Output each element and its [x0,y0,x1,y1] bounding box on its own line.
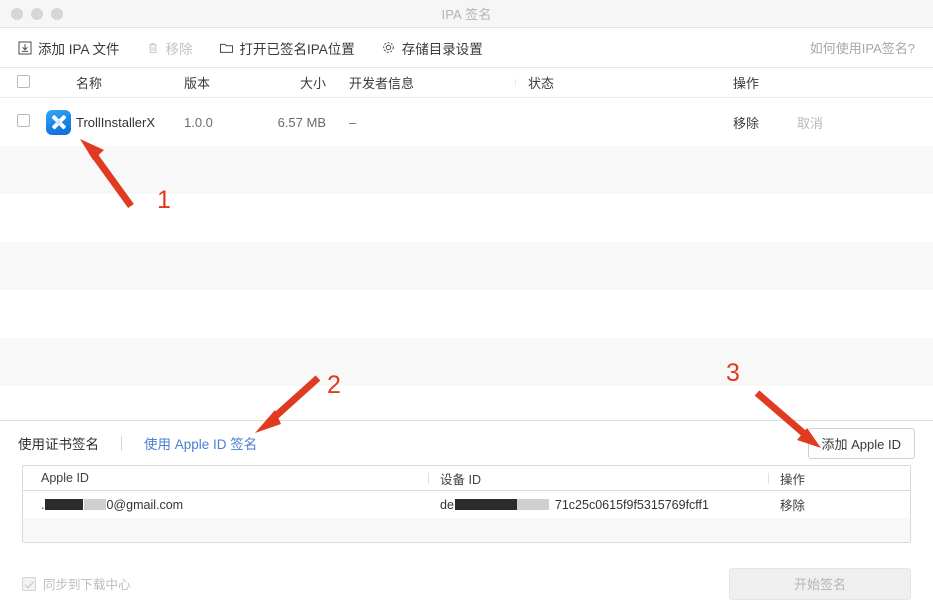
table-empty-row [0,242,933,290]
row-app-icon-cell [46,110,76,135]
device-id-redaction-dark [455,499,517,510]
row-actions: 移除 取消 [716,113,933,132]
remove-button[interactable]: 移除 [146,38,193,58]
folder-icon [219,41,234,55]
table-empty-row [0,290,933,338]
apple-ids-empty-row [23,518,910,542]
apple-id-remove-link[interactable]: 移除 [768,495,910,514]
storage-directory-settings-label: 存储目录设置 [402,38,483,58]
add-ipa-file-button[interactable]: 添加 IPA 文件 [18,38,120,58]
ids-column-actions-label: 操作 [780,473,805,487]
device-id-prefix: de [440,498,454,512]
sync-checkbox[interactable] [22,577,36,591]
row-developer-info: – [326,115,516,130]
select-all-checkbox-cell[interactable] [0,75,46,91]
gear-icon [381,40,396,55]
ids-column-device-id-label: 设备 ID [440,473,481,487]
table-empty-row [0,338,933,386]
signing-mode-tabs: 使用证书签名 使用 Apple ID 签名 添加 Apple ID [0,421,933,465]
tab-divider [121,436,122,451]
window-titlebar: IPA 签名 [0,0,933,28]
minimize-button[interactable] [31,8,43,20]
apple-id-redaction-dark [45,499,83,510]
remove-button-label: 移除 [166,38,193,58]
row-cancel-link[interactable]: 取消 [797,113,823,132]
ids-column-actions: 操作 [768,469,910,488]
main-toolbar: 添加 IPA 文件 移除 打开已签名IPA位置 存储目录 [0,28,933,68]
row-app-name: TrollInstallerX [76,115,176,130]
column-header-status[interactable]: 状态 [516,73,716,92]
row-checkbox[interactable] [17,114,30,127]
tab-certificate-sign[interactable]: 使用证书签名 [18,433,99,453]
column-header-version[interactable]: 版本 [176,73,266,92]
column-header-developer[interactable]: 开发者信息 [326,73,516,92]
column-header-name[interactable]: 名称 [46,73,176,92]
table-row[interactable]: TrollInstallerX 1.0.0 6.57 MB – 移除 取消 [0,98,933,146]
apple-id-suffix: 0@gmail.com [106,498,183,512]
apple-id-redaction-light [84,499,106,510]
signing-pane: 使用证书签名 使用 Apple ID 签名 添加 Apple ID Apple … [0,420,933,611]
how-to-use-link[interactable]: 如何使用IPA签名? [810,38,915,57]
sync-checkbox-label: 同步到下载中心 [43,574,131,593]
apple-id-value: . 0@gmail.com [23,498,428,512]
storage-directory-settings-button[interactable]: 存储目录设置 [381,38,483,58]
close-button[interactable] [11,8,23,20]
table-empty-row [0,146,933,194]
add-ipa-file-label: 添加 IPA 文件 [38,38,120,58]
open-signed-ipa-location-button[interactable]: 打开已签名IPA位置 [219,38,355,58]
column-header-developer-label: 开发者信息 [349,76,414,91]
start-signing-button[interactable]: 开始签名 [729,568,911,600]
apple-id-row[interactable]: . 0@gmail.com de 71c25c0615f9f5315769fcf… [23,491,910,518]
ipa-table-body: TrollInstallerX 1.0.0 6.57 MB – 移除 取消 [0,98,933,434]
apple-ids-table-header: Apple ID 设备 ID 操作 [23,466,910,491]
select-all-checkbox[interactable] [17,75,30,88]
open-signed-ipa-location-label: 打开已签名IPA位置 [240,38,355,58]
column-header-actions[interactable]: 操作 [716,73,933,92]
window-title: IPA 签名 [0,4,933,23]
signing-footer: 同步到下载中心 开始签名 [0,556,933,611]
trollinstallerx-app-icon [46,110,71,135]
table-empty-row [0,194,933,242]
device-id-redaction-light [517,499,549,510]
device-id-value: de 71c25c0615f9f5315769fcff1 [428,498,768,512]
row-app-version: 1.0.0 [176,115,266,130]
traffic-lights [0,8,63,20]
use-apple-id-sign-link[interactable]: 使用 Apple ID 签名 [144,433,257,453]
ids-column-device-id: 设备 ID [428,469,768,488]
row-checkbox-cell[interactable] [0,114,46,130]
apple-id-prefix: . [41,498,44,512]
row-app-size: 6.57 MB [266,115,326,130]
download-box-icon [18,41,32,55]
ipa-table-header: 名称 版本 大小 开发者信息 状态 操作 [0,68,933,98]
apple-ids-table: Apple ID 设备 ID 操作 . 0@gmail.com de 71c25… [22,465,911,543]
zoom-button[interactable] [51,8,63,20]
trash-icon [146,41,160,55]
device-id-suffix: 71c25c0615f9f5315769fcff1 [555,498,709,512]
row-remove-link[interactable]: 移除 [733,113,759,132]
add-apple-id-button[interactable]: 添加 Apple ID [808,428,915,459]
ids-column-apple-id: Apple ID [23,471,428,485]
column-header-size[interactable]: 大小 [266,73,326,92]
sync-to-download-center-checkbox-group[interactable]: 同步到下载中心 [22,574,131,593]
